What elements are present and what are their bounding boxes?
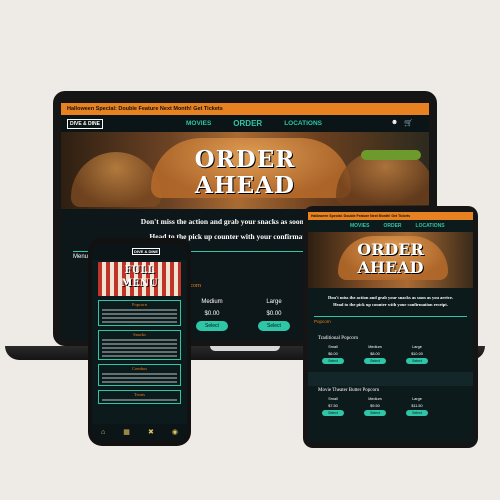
select-button[interactable]: Select	[406, 410, 428, 416]
size-name: Small	[328, 397, 338, 401]
top-nav: MOVIES ORDER LOCATIONS	[308, 220, 473, 232]
hero-title-line1: ORDER	[357, 240, 424, 259]
select-button[interactable]: Select	[322, 358, 344, 364]
select-button[interactable]: Select	[258, 321, 290, 331]
size-option: Large $0.00 Select	[258, 299, 290, 331]
tickets-icon[interactable]: ▦	[123, 428, 130, 436]
menu-line	[102, 355, 177, 357]
size-option: Medium $8.00 Select	[364, 345, 386, 364]
menu-line	[102, 339, 177, 341]
menu-line	[102, 381, 177, 383]
intro-text: Don't miss the action and grab your snac…	[327, 295, 454, 300]
size-option: Small $7.50 Select	[322, 397, 344, 416]
tab-popcorn[interactable]: Popcorn	[308, 317, 473, 326]
size-option: Small $6.00 Select	[322, 345, 344, 364]
select-button[interactable]: Select	[322, 410, 344, 416]
size-price: $7.50	[328, 404, 338, 408]
intro-text: Head to the pick up counter with your co…	[333, 302, 448, 307]
hero-banner: FULL MENU	[98, 262, 181, 296]
food-icon[interactable]: ✖	[148, 428, 154, 436]
section-title: Popcorn	[132, 302, 147, 307]
size-name: Medium	[368, 397, 382, 401]
top-nav: DIVE & DINE MOVIES ORDER LOCATIONS ☻ 🛒	[61, 115, 429, 132]
menu-line	[102, 317, 177, 319]
select-button[interactable]: Select	[364, 410, 386, 416]
size-price: $10.00	[411, 352, 423, 356]
phone-screen: DIVE & DINE FULL MENU Popcorn Snacks Com…	[92, 244, 187, 440]
home-icon[interactable]: ⌂	[101, 429, 105, 436]
menu-line	[102, 347, 177, 349]
laptop-notch	[210, 346, 280, 351]
hero-title-line2: AHEAD	[357, 258, 424, 277]
size-option: Large $10.00 Select	[406, 345, 428, 364]
nav-order[interactable]: ORDER	[233, 119, 262, 128]
hero-banner: ORDER AHEAD	[61, 132, 429, 209]
top-nav: DIVE & DINE	[92, 244, 187, 260]
menu-line	[102, 313, 177, 315]
hero-title-line1: ORDER	[194, 146, 296, 173]
select-button[interactable]: Select	[406, 358, 428, 364]
hero-banner: ORDER AHEAD	[308, 232, 473, 288]
hero-title-line1: FULL	[124, 265, 155, 276]
location-icon[interactable]: ◉	[172, 428, 178, 436]
hero-title-line2: MENU	[121, 278, 158, 289]
size-price: $11.50	[411, 404, 423, 408]
menu-section[interactable]: Snacks	[98, 330, 181, 360]
size-option: Medium $9.50 Select	[364, 397, 386, 416]
nav-movies[interactable]: MOVIES	[186, 120, 211, 127]
section-title: Movie Theater Butter Popcorn	[318, 388, 380, 393]
size-name: Medium	[368, 345, 382, 349]
menu-line	[102, 351, 177, 353]
select-button[interactable]: Select	[364, 358, 386, 364]
size-price: $6.00	[328, 352, 338, 356]
tablet-screen: Halloween Special: Double Feature Next M…	[308, 212, 473, 442]
size-name: Medium	[201, 299, 223, 305]
size-name: Large	[412, 345, 422, 349]
divider	[308, 372, 473, 386]
menu-line	[102, 321, 177, 323]
logo[interactable]: DIVE & DINE	[67, 119, 104, 129]
promo-banner[interactable]: Halloween Special: Double Feature Next M…	[61, 103, 429, 115]
nav-locations[interactable]: LOCATIONS	[416, 223, 445, 229]
size-name: Large	[266, 299, 282, 305]
size-option: Large $11.50 Select	[406, 397, 428, 416]
size-option: Medium $0.00 Select	[196, 299, 228, 331]
menu-section[interactable]: Popcorn	[98, 300, 181, 326]
bottom-nav: ⌂ ▦ ✖ ◉	[92, 424, 187, 440]
section-title: Traditional Popcorn	[318, 336, 358, 341]
menu-section[interactable]: Combos	[98, 364, 181, 386]
section-title: Treats	[133, 392, 146, 397]
hero-title-line2: AHEAD	[195, 172, 295, 199]
tab-menu[interactable]: Menu	[73, 254, 88, 260]
menu-section[interactable]: Treats	[98, 390, 181, 404]
user-icon[interactable]: ☻	[391, 119, 398, 127]
size-price: $9.50	[370, 404, 380, 408]
promo-banner[interactable]: Halloween Special: Double Feature Next M…	[308, 212, 473, 220]
logo[interactable]: DIVE & DINE	[132, 248, 161, 255]
menu-line	[102, 399, 177, 401]
size-price: $0.00	[266, 311, 282, 317]
menu-line	[102, 343, 177, 345]
nav-movies[interactable]: MOVIES	[350, 223, 369, 229]
size-name: Large	[412, 397, 422, 401]
nav-locations[interactable]: LOCATIONS	[284, 120, 322, 127]
size-price: $0.00	[204, 311, 220, 317]
menu-line	[102, 309, 177, 311]
cart-icon[interactable]: 🛒	[404, 119, 413, 127]
nav-order[interactable]: ORDER	[383, 223, 401, 229]
menu-line	[102, 377, 177, 379]
section-title: Combos	[131, 366, 147, 371]
section-title: Snacks	[133, 332, 146, 337]
select-button[interactable]: Select	[196, 321, 228, 331]
size-price: $8.00	[370, 352, 380, 356]
menu-line	[102, 373, 177, 375]
size-name: Small	[328, 345, 338, 349]
